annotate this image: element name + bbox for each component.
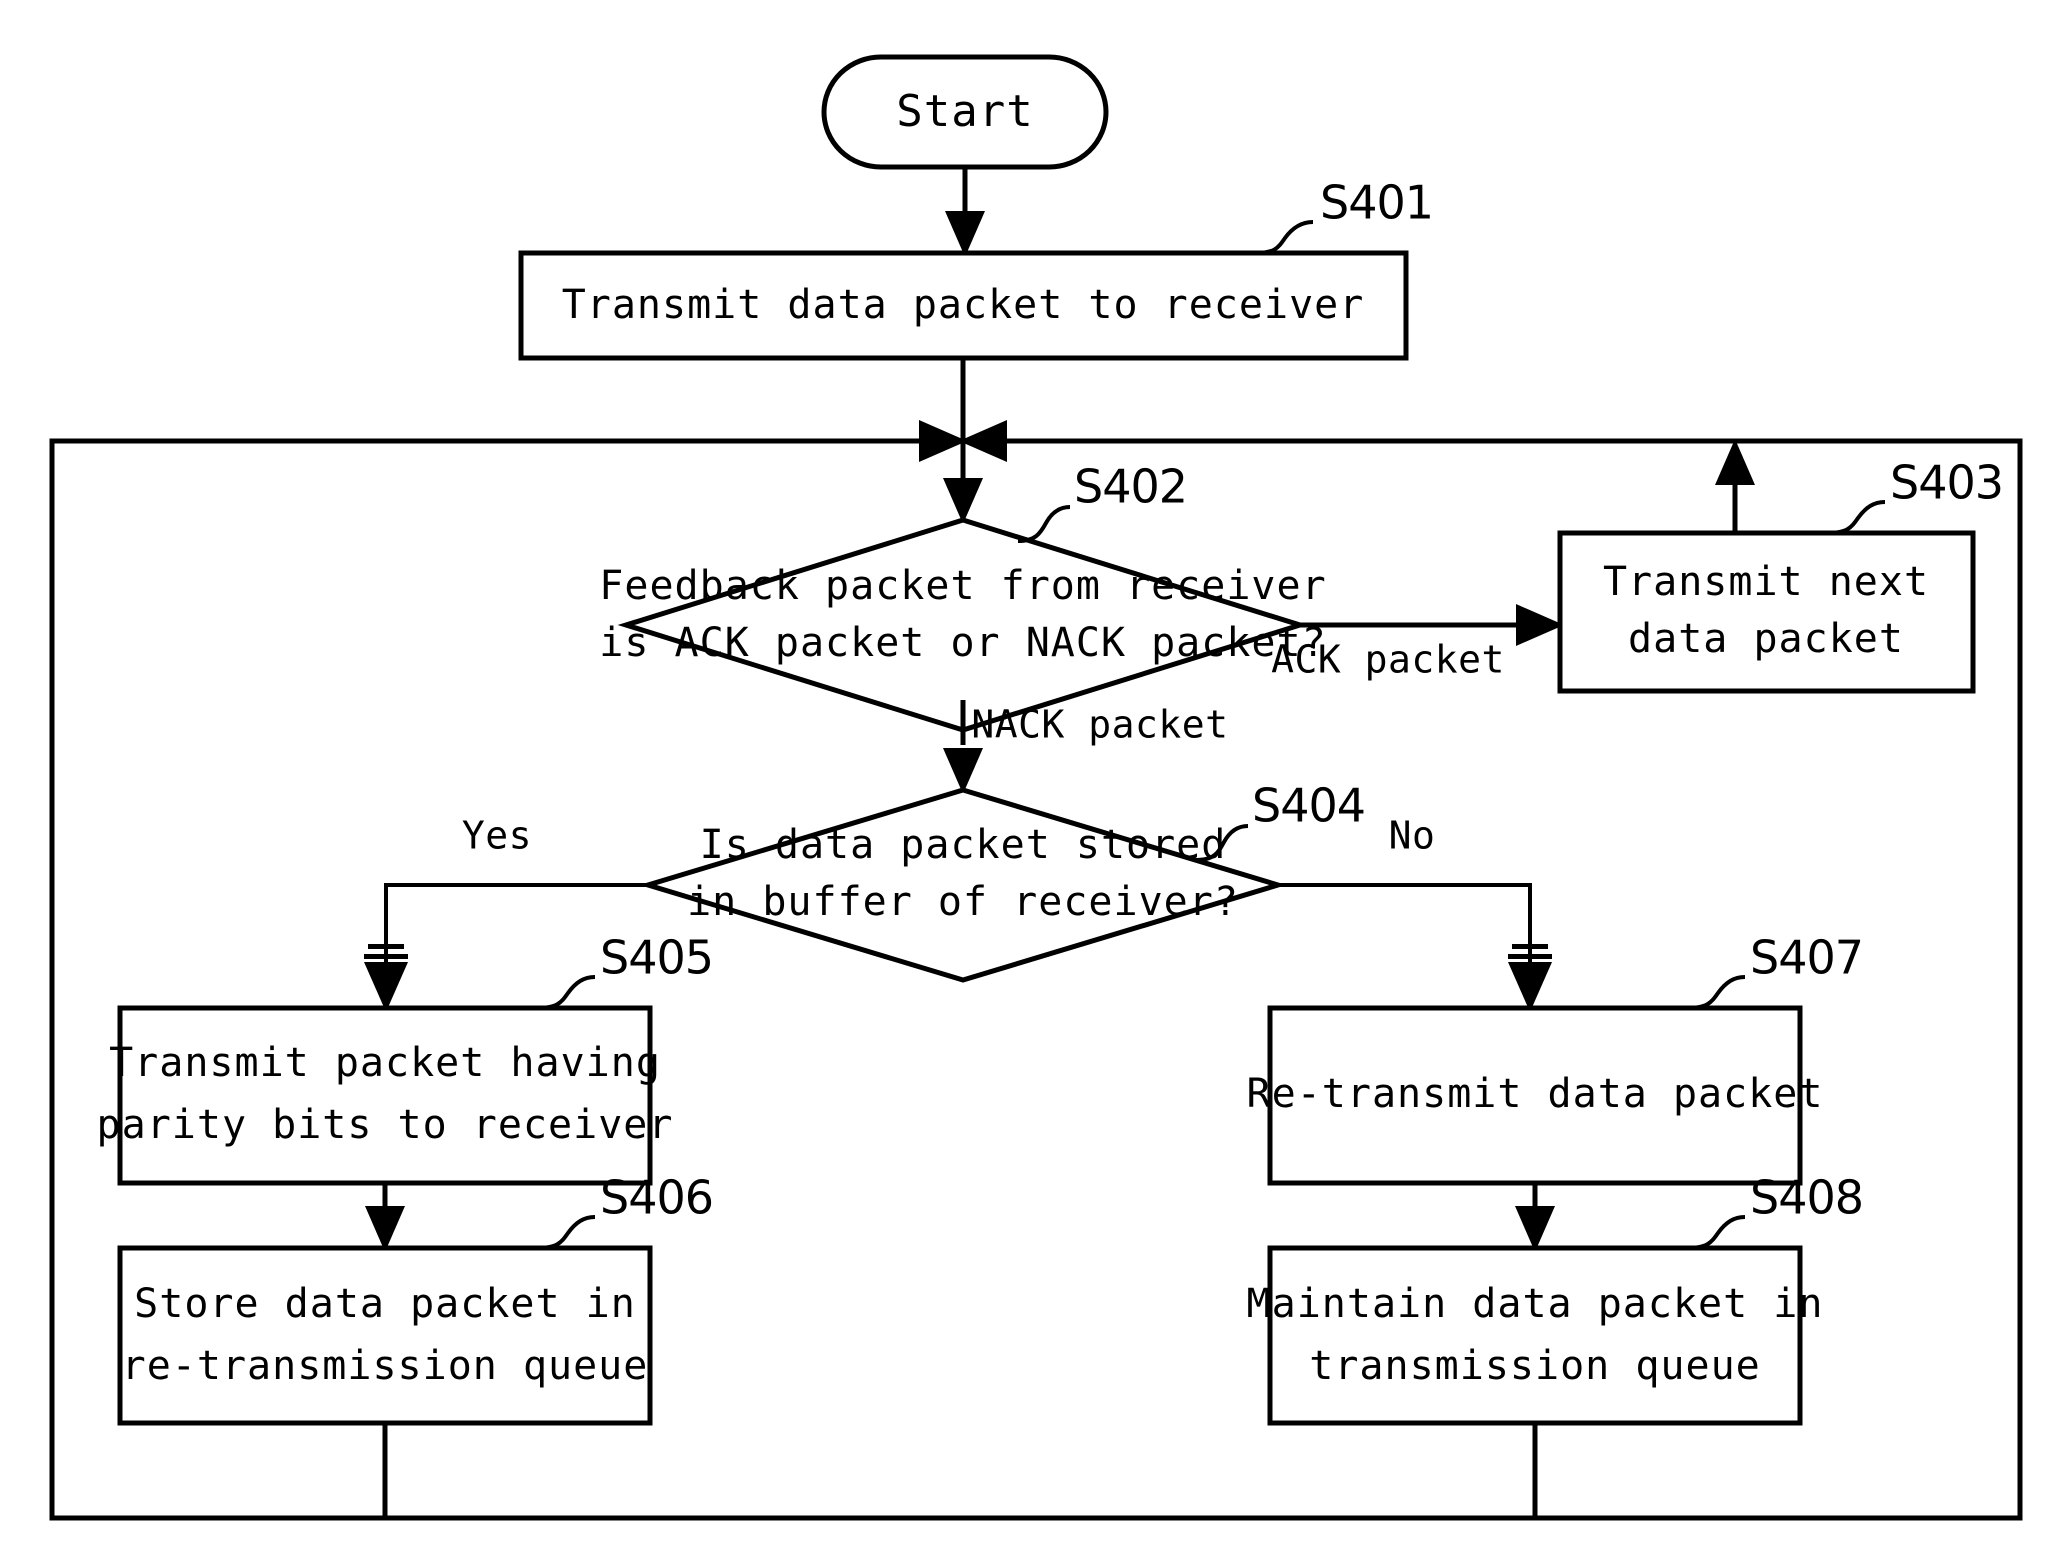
ref-label-s406: S406 [600,1171,713,1225]
ref-label-s403: S403 [1890,456,2003,510]
ref-leader-s401: S401 [1254,176,1434,255]
node-s407: Re-transmit data packet [1247,1005,1824,1186]
node-start: Start [821,54,1109,170]
ref-label-s402: S402 [1074,460,1187,514]
node-s403: Transmit next data packet [1557,530,1976,694]
edge-s403-to-loop-top [1715,439,1755,533]
ref-leader-s403: S403 [1826,456,2004,535]
node-s401-label: Transmit data packet to receiver [562,282,1365,328]
node-s406-line1: Store data packet in [134,1281,636,1327]
edge-s402-ack-to-s403: ACK packet [1271,604,1564,682]
ref-label-s408: S408 [1750,1171,1863,1225]
edge-loop-to-s402 [943,441,983,524]
node-s404-line1: Is data packet stored [700,822,1227,868]
node-s403-line2: data packet [1628,616,1904,662]
edge-label-no: No [1389,814,1436,858]
ref-label-s401: S401 [1320,176,1433,230]
ref-label-s405: S405 [600,931,713,985]
edge-start-to-s401 [945,167,985,257]
flowchart-diagram: Start Transmit data packet to receiver S… [49,54,2023,1521]
node-s401: Transmit data packet to receiver [518,250,1409,361]
node-s403-line1: Transmit next [1603,559,1929,605]
ref-label-s404: S404 [1252,779,1365,833]
node-s408-line2: transmission queue [1309,1343,1760,1389]
figure-canvas: Start Transmit data packet to receiver S… [0,0,2071,1542]
node-s408: Maintain data packet in transmission que… [1247,1245,1824,1426]
ref-leader-s405: S405 [536,931,714,1010]
ref-label-s407: S407 [1750,931,1863,985]
edge-s404-no-to-s407: No [1278,814,1552,1012]
node-start-label: Start [896,86,1033,137]
node-s404-line2: in buffer of receiver? [687,879,1239,925]
node-s405-line1: Transmit packet having [109,1040,661,1086]
edge-label-yes: Yes [462,814,532,858]
ref-leader-s404: S404 [1195,779,1366,862]
edge-s405-to-s406 [365,1183,405,1252]
edge-s407-to-s408 [1515,1183,1555,1252]
node-s405: Transmit packet having parity bits to re… [97,1005,674,1186]
node-s405-line2: parity bits to receiver [97,1102,674,1148]
node-s408-line1: Maintain data packet in [1247,1281,1824,1327]
edge-s402-nack-to-s404: NACK packet [943,700,1228,794]
edge-label-nack: NACK packet [971,703,1228,747]
node-s406-line2: re-transmission queue [122,1343,649,1389]
node-s407-line1: Re-transmit data packet [1247,1071,1824,1117]
node-s404: Is data packet stored in buffer of recei… [639,787,1287,983]
ref-leader-s402: S402 [1017,460,1188,543]
node-s402-line1: Feedback packet from receiver [599,563,1326,609]
node-s402-line2: is ACK packet or NACK packet? [599,620,1326,666]
node-s406: Store data packet in re-transmission que… [117,1245,653,1426]
node-s402: Feedback packet from receiver is ACK pac… [599,517,1326,733]
ref-leader-s407: S407 [1686,931,1864,1010]
edge-label-ack: ACK packet [1271,638,1505,682]
